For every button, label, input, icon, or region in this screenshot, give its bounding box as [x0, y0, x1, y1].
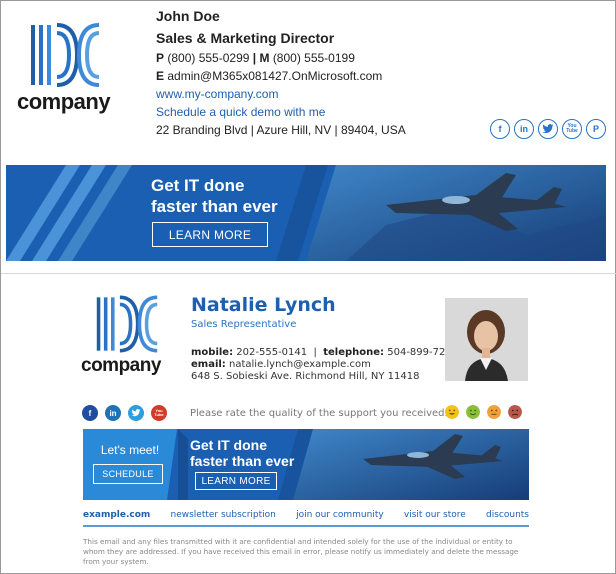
footer-links: example.com newsletter subscription join…	[83, 510, 529, 520]
banner-headline: Get IT done faster than ever	[151, 176, 278, 216]
phone-line: mobile: 202-555-0141 | telephone: 504-89…	[191, 347, 458, 359]
social-icons: f in You Tube P	[490, 119, 606, 139]
email-label: E	[156, 69, 165, 83]
separator: |	[313, 347, 317, 358]
address: 22 Branding Blvd | Azure Hill, NV | 8940…	[156, 123, 406, 137]
twitter-icon[interactable]	[128, 405, 144, 421]
sad-face-icon[interactable]	[508, 405, 522, 419]
company-logo-icon	[31, 23, 100, 87]
facebook-icon[interactable]: f	[82, 405, 98, 421]
email-address[interactable]: natalie.lynch@example.com	[229, 359, 371, 370]
neutral-face-icon[interactable]	[487, 405, 501, 419]
fighter-jet-banner-art	[6, 165, 606, 261]
company-wordmark: company	[17, 89, 111, 114]
signature-1-details: John Doe Sales & Marketing Director P (8…	[156, 7, 406, 139]
schedule-demo-link[interactable]: Schedule a quick demo with me	[156, 103, 406, 121]
email-address[interactable]: admin@M365x081427.OnMicrosoft.com	[167, 69, 382, 83]
email-label: email:	[191, 359, 226, 370]
separator: |	[252, 51, 257, 65]
phone-label: P	[156, 51, 165, 65]
promo-banner[interactable]: Let's meet! SCHEDULE Get IT done faster …	[83, 429, 529, 500]
company-logo[interactable]: company	[81, 295, 177, 377]
mobile-number[interactable]: (800) 555-0199	[273, 51, 355, 65]
mobile-number[interactable]: 202-555-0141	[236, 347, 307, 358]
footer-divider	[83, 525, 529, 527]
social-icons: f in You Tube	[82, 405, 167, 421]
youtube-icon[interactable]: You Tube	[562, 119, 582, 139]
website-link[interactable]: www.my-company.com	[156, 85, 406, 103]
company-logo-icon	[96, 295, 158, 353]
banner-headline: Get IT done faster than ever	[190, 437, 295, 469]
pinterest-icon[interactable]: P	[586, 119, 606, 139]
promo-banner[interactable]: Get IT done faster than ever LEARN MORE	[6, 165, 606, 261]
learn-more-button[interactable]: LEARN MORE	[152, 222, 268, 247]
happy-face-icon[interactable]	[466, 405, 480, 419]
learn-more-button[interactable]: LEARN MORE	[195, 472, 277, 490]
person-portrait-icon	[445, 298, 528, 381]
divider	[1, 273, 616, 274]
profile-photo	[445, 298, 528, 381]
footer-link-store[interactable]: visit our store	[404, 510, 466, 520]
facebook-icon[interactable]: f	[490, 119, 510, 139]
footer-link-community[interactable]: join our community	[296, 510, 384, 520]
signature-name: Natalie Lynch	[191, 294, 336, 316]
signature-2-contact: mobile: 202-555-0141 | telephone: 504-89…	[191, 347, 458, 383]
schedule-button[interactable]: SCHEDULE	[93, 464, 163, 484]
mobile-label: M	[259, 51, 270, 65]
email-line: E admin@M365x081427.OnMicrosoft.com	[156, 67, 406, 85]
footer-link-website[interactable]: example.com	[83, 510, 150, 520]
signature-title: Sales & Marketing Director	[156, 30, 335, 46]
rating-prompt: Please rate the quality of the support y…	[190, 408, 448, 419]
linkedin-icon[interactable]: in	[514, 119, 534, 139]
footer-link-newsletter[interactable]: newsletter subscription	[171, 510, 276, 520]
email-line: email: natalie.lynch@example.com	[191, 359, 458, 371]
phone-number[interactable]: (800) 555-0299	[167, 51, 249, 65]
mobile-label: mobile:	[191, 347, 234, 358]
footer-link-discounts[interactable]: discounts	[486, 510, 529, 520]
address: 648 S. Sobieski Ave. Richmond Hill, NY 1…	[191, 371, 420, 382]
rating-faces	[445, 405, 522, 419]
twitter-icon[interactable]	[538, 119, 558, 139]
company-logo[interactable]: company	[17, 23, 117, 115]
signature-name: John Doe	[156, 8, 220, 24]
youtube-icon[interactable]: You Tube	[151, 405, 167, 421]
signature-title: Sales Representative	[191, 319, 297, 330]
email-preview: company John Doe Sales & Marketing Direc…	[0, 0, 616, 574]
cta-title: Let's meet!	[100, 443, 160, 457]
company-wordmark: company	[81, 355, 161, 376]
linkedin-icon[interactable]: in	[105, 405, 121, 421]
legal-disclaimer: This email and any files transmitted wit…	[83, 537, 519, 566]
telephone-label: telephone:	[323, 347, 385, 358]
phone-line: P (800) 555-0299 | M (800) 555-0199	[156, 49, 406, 67]
very-happy-face-icon[interactable]	[445, 405, 459, 419]
